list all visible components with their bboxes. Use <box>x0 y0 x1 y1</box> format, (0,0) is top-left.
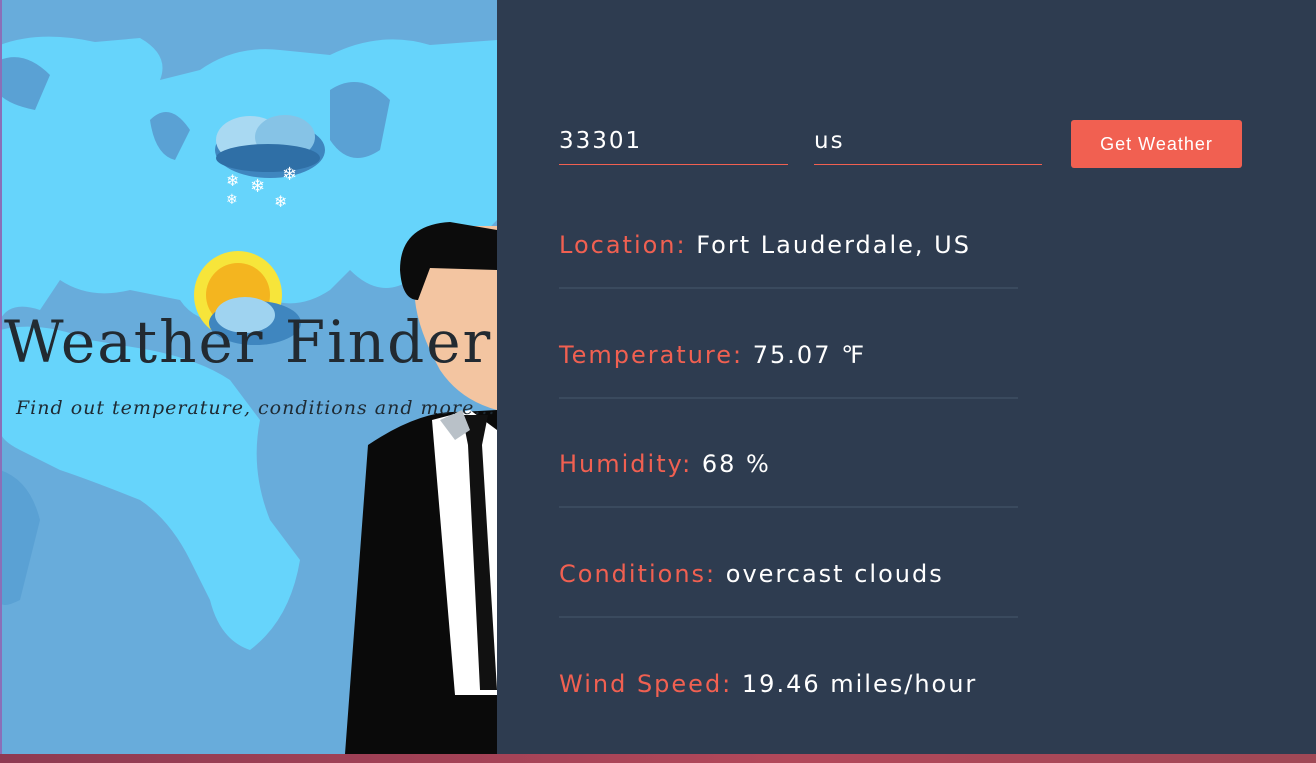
conditions-row: Conditions: overcast clouds <box>559 560 1018 618</box>
presenter-illustration <box>345 222 497 754</box>
conditions-value: overcast clouds <box>725 560 944 588</box>
left-edge <box>0 0 2 754</box>
wind-speed-row: Wind Speed: 19.46 miles/hour <box>559 670 1018 698</box>
hero-panel: ❄ ❄ ❄ ❄ ❄ Weather Finder Find out temper… <box>0 0 497 754</box>
world-map-illustration: ❄ ❄ ❄ ❄ ❄ <box>0 36 497 754</box>
location-label: Location: <box>559 231 687 259</box>
temperature-row: Temperature: 75.07 ℉ <box>559 341 1018 399</box>
city-input[interactable] <box>559 120 788 162</box>
svg-text:❄: ❄ <box>274 192 287 211</box>
svg-text:❄: ❄ <box>250 176 265 197</box>
app: ❄ ❄ ❄ ❄ ❄ Weather Finder Find out temper… <box>0 0 1316 754</box>
wind-speed-value: 19.46 miles/hour <box>741 670 978 698</box>
svg-text:❄: ❄ <box>282 164 297 185</box>
location-row: Location: Fort Lauderdale, US <box>559 231 1018 289</box>
temperature-label: Temperature: <box>559 341 744 369</box>
country-field <box>814 120 1042 165</box>
page-subtitle: Find out temperature, conditions and mor… <box>16 397 496 419</box>
temperature-value: 75.07 ℉ <box>752 341 866 369</box>
humidity-value: 68 % <box>701 450 771 478</box>
country-input[interactable] <box>814 120 1042 162</box>
weather-panel: Get Weather Location: Fort Lauderdale, U… <box>497 0 1316 754</box>
humidity-row: Humidity: 68 % <box>559 450 1018 508</box>
city-field <box>559 120 788 165</box>
page-title: Weather Finder <box>4 308 493 376</box>
svg-text:❄: ❄ <box>226 192 238 208</box>
humidity-label: Humidity: <box>559 450 693 478</box>
wind-speed-label: Wind Speed: <box>559 670 733 698</box>
location-value: Fort Lauderdale, US <box>696 231 971 259</box>
get-weather-button[interactable]: Get Weather <box>1071 120 1242 168</box>
svg-text:❄: ❄ <box>226 171 239 190</box>
conditions-label: Conditions: <box>559 560 717 588</box>
